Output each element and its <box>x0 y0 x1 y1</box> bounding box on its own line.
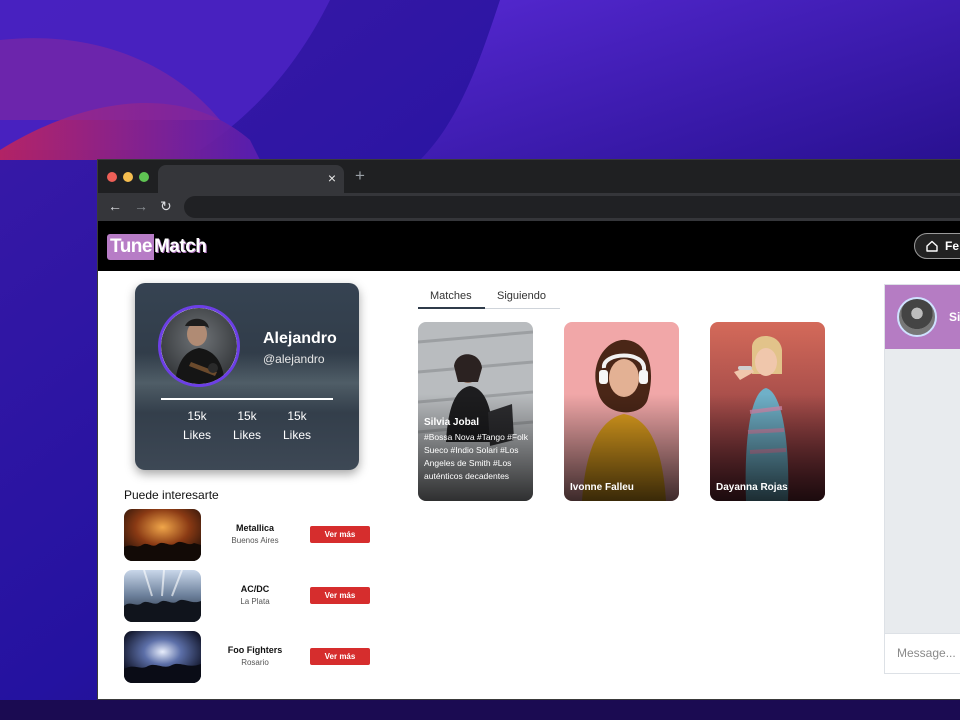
home-icon <box>926 240 938 252</box>
stat-label: Likes <box>282 428 311 442</box>
profile-avatar[interactable] <box>158 305 240 387</box>
logo-text-tune: Tune <box>107 234 154 260</box>
event-city: Rosario <box>241 658 269 667</box>
event-item-foo-fighters: Foo Fighters Rosario Ver más <box>124 631 374 683</box>
suggestions-title: Puede interesarte <box>124 488 219 502</box>
tab-siguiendo[interactable]: Siguiendo <box>497 290 546 302</box>
back-arrow-icon[interactable]: ← <box>108 198 122 214</box>
match-name: Ivonne Falleu <box>570 482 634 493</box>
match-tags: #Bossa Nova #Tango #Folk Sueco #Indio So… <box>424 432 528 481</box>
new-tab-button[interactable]: + <box>355 167 365 185</box>
profile-handle: @alejandro <box>263 352 325 366</box>
message-input[interactable] <box>897 646 960 660</box>
browser-tab[interactable]: × <box>158 165 344 193</box>
stat-value: 15k <box>187 409 207 423</box>
profile-stat: 15k Likes <box>277 409 317 442</box>
maximize-window-button[interactable] <box>139 172 149 182</box>
event-name: AC/DC <box>240 584 270 594</box>
event-item-metallica: Metallica Buenos Aires Ver más <box>124 509 374 561</box>
close-window-button[interactable] <box>107 172 117 182</box>
app-header: Tune Match Fe <box>98 221 960 271</box>
ver-mas-button[interactable]: Ver más <box>310 648 370 665</box>
profile-divider <box>161 398 333 400</box>
event-image[interactable] <box>124 509 201 561</box>
reload-icon[interactable]: ↻ <box>160 198 172 214</box>
match-card[interactable]: Dayanna Rojas <box>710 322 825 501</box>
stat-label: Likes <box>232 428 261 442</box>
event-item-acdc: AC/DC La Plata Ver más <box>124 570 374 622</box>
chat-header: Si <box>885 285 960 349</box>
tunematch-logo[interactable]: Tune Match <box>107 234 213 260</box>
profile-photo <box>161 308 237 384</box>
match-card[interactable]: Silvia Jobal #Bossa Nova #Tango #Folk Su… <box>418 322 533 501</box>
chat-avatar[interactable] <box>897 297 937 337</box>
logo-text-match: Match <box>153 236 207 257</box>
main-content: Alejandro @alejandro 15k Likes 15k Likes… <box>98 271 960 699</box>
browser-tab-bar: × + <box>98 160 960 193</box>
match-tabs: Matches Siguiendo <box>418 288 560 309</box>
tab-matches[interactable]: Matches <box>430 290 472 302</box>
active-tab-indicator <box>418 307 485 309</box>
browser-toolbar: ← → ↻ <box>98 193 960 221</box>
ver-mas-button[interactable]: Ver más <box>310 587 370 604</box>
event-image[interactable] <box>124 631 201 683</box>
event-city: Buenos Aires <box>231 536 279 545</box>
stat-value: 15k <box>287 409 307 423</box>
browser-window: × + ← → ↻ Tune Match Fe Alejandro @aleja… <box>97 159 960 700</box>
profile-stat: 15k Likes <box>177 409 217 442</box>
profile-card: Alejandro @alejandro 15k Likes 15k Likes… <box>135 283 359 470</box>
feed-button-label: Fe <box>945 239 960 253</box>
event-city: La Plata <box>240 597 270 606</box>
forward-arrow-icon[interactable]: → <box>134 198 148 214</box>
chat-input-bar <box>885 633 960 673</box>
event-name: Foo Fighters <box>227 645 283 655</box>
profile-name: Alejandro <box>263 330 337 347</box>
close-icon[interactable]: × <box>328 170 336 186</box>
chat-panel: Si <box>884 284 960 674</box>
profile-stat: 15k Likes <box>227 409 267 442</box>
match-name: Dayanna Rojas <box>716 482 788 493</box>
event-image[interactable] <box>124 570 201 622</box>
chat-contact-name: Si <box>949 310 960 324</box>
stat-label: Likes <box>182 428 211 442</box>
minimize-window-button[interactable] <box>123 172 133 182</box>
ver-mas-button[interactable]: Ver más <box>310 526 370 543</box>
address-bar[interactable] <box>184 196 960 218</box>
feed-button[interactable]: Fe <box>914 233 960 259</box>
event-name: Metallica <box>235 523 275 533</box>
stat-value: 15k <box>237 409 257 423</box>
match-card[interactable]: Ivonne Falleu <box>564 322 679 501</box>
match-name: Silvia Jobal <box>424 417 480 428</box>
